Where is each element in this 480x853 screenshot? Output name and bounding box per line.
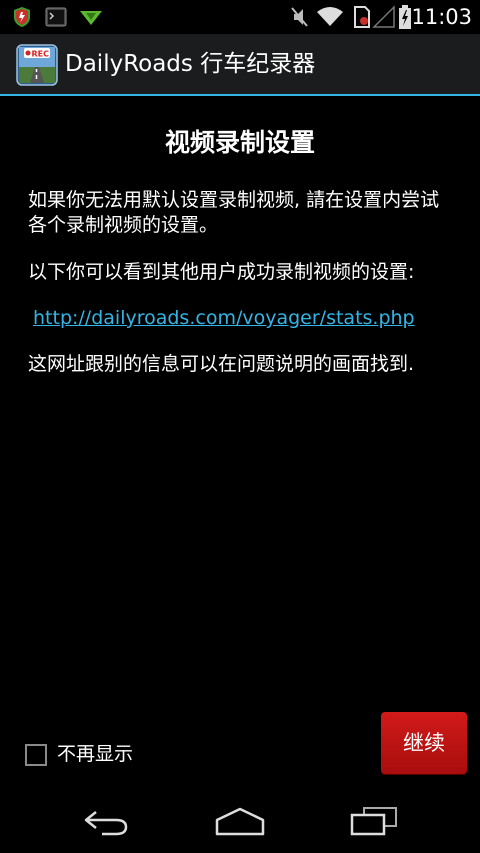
download-icon (78, 5, 104, 33)
navigation-bar (0, 790, 480, 853)
stats-link[interactable]: http://dailyroads.com/voyager/stats.php (33, 306, 415, 331)
wifi-icon (316, 5, 344, 33)
rec-camera-icon: REC (16, 44, 58, 90)
action-bar-divider (0, 94, 480, 96)
description-paragraph: 如果你无法用默认设置录制视频, 請在设置内尝试各个录制视频的设置。 (28, 189, 440, 236)
home-icon[interactable] (214, 806, 266, 840)
continue-button[interactable]: 继续 (381, 712, 467, 774)
status-bar-time: 11:03 (411, 5, 472, 29)
status-bar: 11:03 (0, 0, 480, 34)
dont-show-again-checkbox[interactable] (25, 744, 47, 766)
no-sim-icon (352, 5, 372, 33)
stats-intro-paragraph: 以下你可以看到其他用户成功录制视频的设置: (28, 261, 415, 283)
svg-text:REC: REC (32, 50, 50, 59)
recent-apps-icon[interactable] (350, 806, 398, 840)
page-title: 视频录制设置 (164, 128, 315, 157)
app-title: DailyRoads 行车纪录器 (65, 51, 316, 77)
back-icon[interactable] (82, 806, 130, 840)
battery-charging-icon (398, 5, 412, 33)
dont-show-again-label[interactable]: 不再显示 (57, 741, 133, 767)
app-security-icon (10, 5, 34, 33)
terminal-icon (44, 5, 68, 33)
mute-icon (288, 5, 310, 33)
action-bar: REC DailyRoads 行车纪录器 (0, 34, 480, 94)
signal-icon (372, 5, 396, 33)
info-paragraph: 这网址跟别的信息可以在问题说明的画面找到. (28, 353, 415, 375)
